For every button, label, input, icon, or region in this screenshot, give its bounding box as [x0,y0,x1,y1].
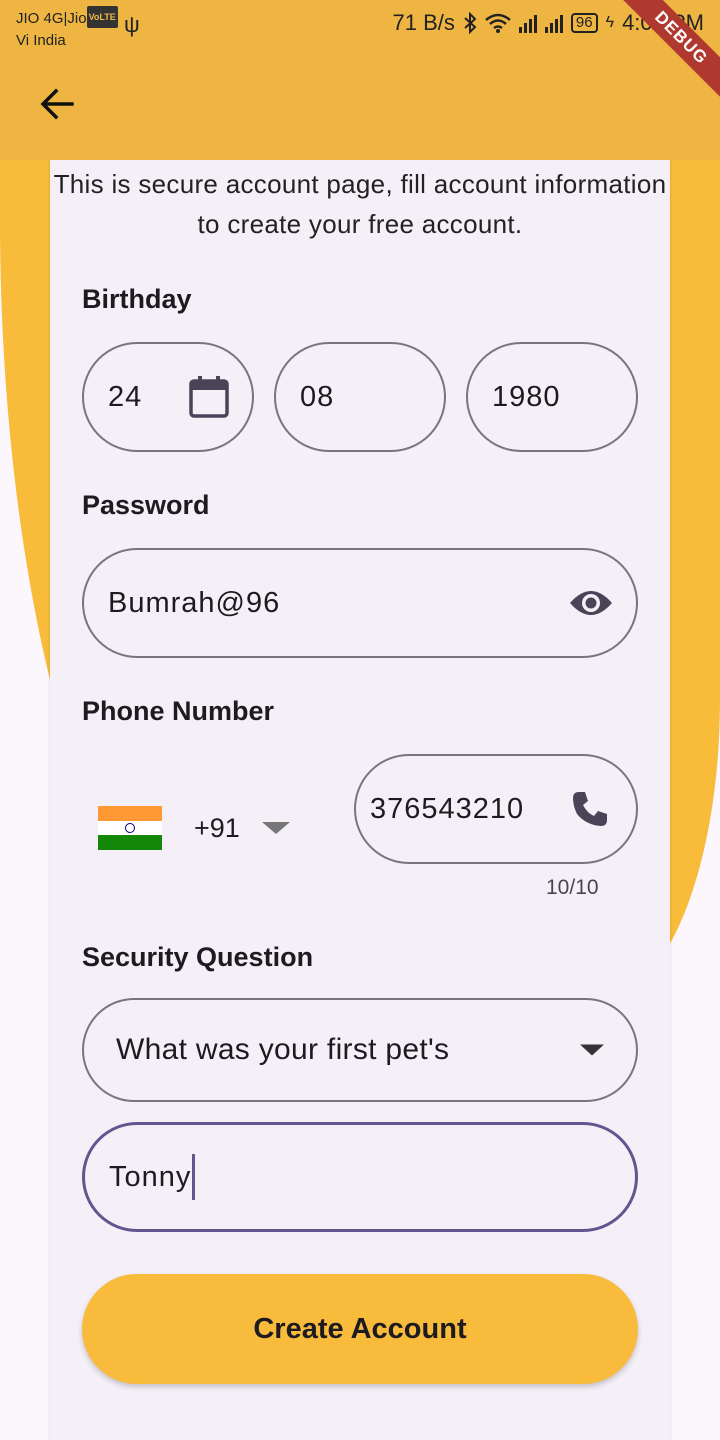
security-question-dropdown[interactable]: What was your first pet's [82,998,638,1102]
security-question-label: Security Question [82,942,314,972]
carrier-secondary: Vi India [16,32,66,49]
carrier-primary: JIO 4G|Jio [16,10,87,27]
intro-text: This is secure account page, fill accoun… [53,169,667,239]
status-bar: JIO 4G|JioVoLTE Vi India ψ 71 B/s 96 ϟ 4… [0,0,720,52]
password-field[interactable]: Bumrah@96 [82,548,638,658]
india-flag-icon [98,806,162,851]
wifi-icon [485,13,511,33]
phone-number-value: 376543210 [370,792,525,825]
account-form-card: This is secure account page, fill accoun… [50,160,670,1440]
usb-icon: ψ [124,12,140,37]
birthday-year-value: 1980 [492,380,561,413]
security-answer-field[interactable]: Tonny [82,1122,638,1232]
phone-char-counter: 10/10 [546,876,599,899]
visibility-icon[interactable] [568,587,614,619]
birthday-month-value: 08 [300,380,335,413]
carrier-info: JIO 4G|Jio VoLTE Vi India [16,6,118,52]
phone-label: Phone Number [82,696,275,726]
back-arrow-icon[interactable] [36,82,80,126]
dropdown-arrow-icon [580,1044,604,1056]
charging-icon: ϟ [605,14,615,31]
security-answer-value: Tonny [109,1160,192,1193]
signal-icon [518,13,537,33]
text-cursor [192,1154,196,1200]
create-account-button[interactable]: Create Account [82,1274,638,1384]
phone-number-field[interactable]: 376543210 [354,754,638,864]
volte-badge: VoLTE [86,6,118,28]
app-bar [0,52,720,160]
battery-icon: 96 [570,13,598,33]
signal-icon-2 [544,13,563,33]
bluetooth-icon [464,12,477,34]
net-speed: 71 B/s [392,10,455,35]
security-question-value: What was your first pet's [116,1033,450,1066]
dropdown-arrow-icon [261,822,290,834]
phone-icon [573,792,607,826]
calendar-icon[interactable] [188,375,230,419]
password-label: Password [82,490,210,520]
country-code-picker[interactable]: +91 [98,806,290,851]
birthday-day-field[interactable]: 24 [82,342,254,452]
birthday-year-field[interactable]: 1980 [466,342,638,452]
dial-code: +91 [194,812,240,843]
birthday-day-value: 24 [108,380,143,413]
birthday-label: Birthday [82,284,192,314]
birthday-month-field[interactable]: 08 [274,342,446,452]
password-value: Bumrah@96 [108,586,281,619]
